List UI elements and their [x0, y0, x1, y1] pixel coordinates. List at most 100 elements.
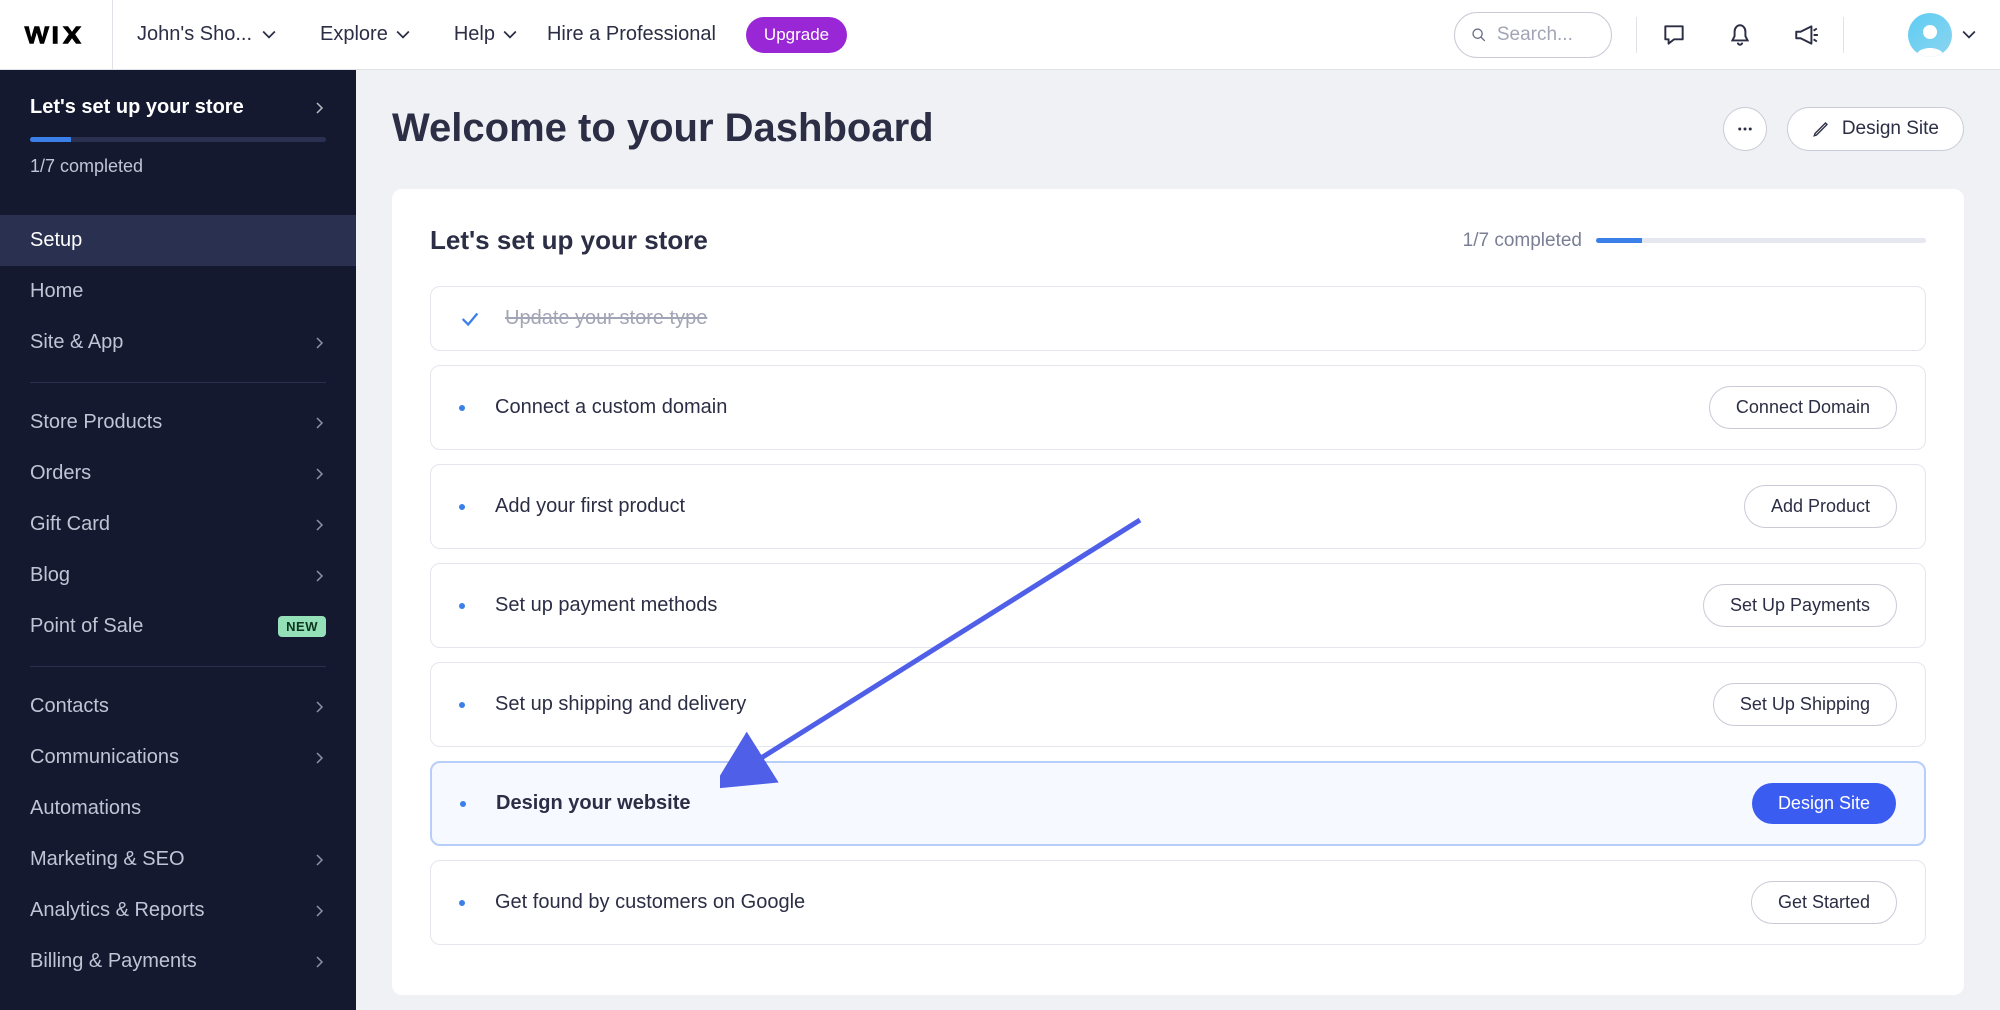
- divider: [112, 0, 113, 70]
- sidebar-title-label: Let's set up your store: [30, 96, 244, 119]
- pencil-icon: [1812, 120, 1830, 138]
- sidebar-progress-bar: [30, 137, 326, 142]
- search-wrap[interactable]: [1454, 12, 1612, 58]
- bullet-icon: [459, 603, 465, 609]
- sidebar-item-point-of-sale[interactable]: Point of Sale NEW: [0, 601, 356, 652]
- sidebar-item-label: Communications: [30, 746, 179, 769]
- more-button[interactable]: [1723, 107, 1767, 151]
- set-up-payments-button[interactable]: Set Up Payments: [1703, 584, 1897, 627]
- main: Welcome to your Dashboard Design Site Le…: [356, 70, 2000, 1010]
- sidebar-item-setup[interactable]: Setup: [0, 215, 356, 266]
- hire-link[interactable]: Hire a Professional: [547, 23, 716, 46]
- chevron-right-icon: [314, 337, 326, 349]
- sidebar-progress-fill: [30, 137, 71, 142]
- step-row[interactable]: Set up shipping and delivery Set Up Shipp…: [430, 662, 1926, 747]
- help-link[interactable]: Help: [454, 23, 517, 46]
- sidebar-item-label: Billing & Payments: [30, 950, 197, 973]
- connect-domain-button[interactable]: Connect Domain: [1709, 386, 1897, 429]
- step-title: Add your first product: [495, 495, 685, 518]
- more-icon: [1736, 120, 1754, 138]
- chevron-right-icon: [314, 701, 326, 713]
- chevron-right-icon: [314, 752, 326, 764]
- sidebar-item-label: Store Products: [30, 411, 162, 434]
- step-row[interactable]: Connect a custom domainConnect Domain: [430, 365, 1926, 450]
- step-row[interactable]: Update your store type: [430, 286, 1926, 351]
- nav-divider: [30, 666, 326, 667]
- sidebar-item-billing-payments[interactable]: Billing & Payments: [0, 936, 356, 987]
- sidebar-item-gift-card[interactable]: Gift Card: [0, 499, 356, 550]
- bell-icon[interactable]: [1727, 22, 1753, 48]
- step-row[interactable]: Design your websiteDesign Site: [430, 761, 1926, 846]
- sidebar-item-label: Analytics & Reports: [30, 899, 205, 922]
- explore-label: Explore: [320, 23, 388, 46]
- get-started-button[interactable]: Get Started: [1751, 881, 1897, 924]
- bullet-icon: [459, 900, 465, 906]
- sidebar-item-label: Orders: [30, 462, 91, 485]
- search-input[interactable]: [1497, 24, 1595, 46]
- explore-link[interactable]: Explore: [320, 23, 410, 46]
- add-product-button[interactable]: Add Product: [1744, 485, 1897, 528]
- step-title: Update your store type: [505, 307, 707, 330]
- upgrade-button[interactable]: Upgrade: [746, 17, 847, 53]
- card-progress-bar: [1596, 238, 1926, 243]
- card-progress: 1/7 completed: [1463, 230, 1926, 252]
- sidebar-item-contacts[interactable]: Contacts: [0, 681, 356, 732]
- divider: [1636, 17, 1637, 53]
- chevron-right-icon: [314, 102, 326, 114]
- setup-card: Let's set up your store 1/7 completed Up…: [392, 189, 1964, 995]
- design-site-button[interactable]: Design Site: [1752, 783, 1896, 824]
- main-header: Welcome to your Dashboard Design Site: [392, 106, 1964, 151]
- sidebar-item-label: Blog: [30, 564, 70, 587]
- topbar-right: [1454, 12, 1976, 58]
- chevron-down-icon: [262, 28, 276, 42]
- step-title: Set up shipping and delivery: [495, 693, 746, 716]
- sidebar-item-analytics-reports[interactable]: Analytics & Reports: [0, 885, 356, 936]
- step-title: Set up payment methods: [495, 594, 717, 617]
- card-completed-label: 1/7 completed: [1463, 230, 1582, 252]
- sidebar-item-home[interactable]: Home: [0, 266, 356, 317]
- chevron-right-icon: [314, 519, 326, 531]
- bullet-icon: [460, 801, 466, 807]
- chevron-right-icon: [314, 854, 326, 866]
- chevron-right-icon: [314, 956, 326, 968]
- sidebar-item-marketing-seo[interactable]: Marketing & SEO: [0, 834, 356, 885]
- sidebar-item-store-products[interactable]: Store Products: [0, 397, 356, 448]
- wix-logo[interactable]: [24, 21, 88, 49]
- design-site-button[interactable]: Design Site: [1787, 107, 1964, 151]
- step-title: Get found by customers on Google: [495, 891, 805, 914]
- sidebar-item-communications[interactable]: Communications: [0, 732, 356, 783]
- step-row[interactable]: Set up payment methods Set Up Payments: [430, 563, 1926, 648]
- sidebar-item-blog[interactable]: Blog: [0, 550, 356, 601]
- set-up-shipping-button[interactable]: Set Up Shipping: [1713, 683, 1897, 726]
- megaphone-icon[interactable]: [1793, 22, 1819, 48]
- hire-label: Hire a Professional: [547, 23, 716, 46]
- sidebar-completed-label: 1/7 completed: [30, 156, 326, 177]
- sidebar-nav: Setup Home Site & App Store Products Orders G…: [0, 215, 356, 1010]
- site-selector[interactable]: John's Sho...: [137, 23, 276, 46]
- sidebar-item-site-app[interactable]: Site & App: [0, 317, 356, 368]
- chevron-down-icon: [1962, 28, 1976, 42]
- step-row[interactable]: Add your first product Add Product: [430, 464, 1926, 549]
- steps-list: Update your store type Connect a custom d…: [430, 286, 1926, 945]
- chat-icon[interactable]: [1661, 22, 1687, 48]
- nav-divider: [30, 382, 326, 383]
- page-title: Welcome to your Dashboard: [392, 106, 934, 151]
- check-icon: [459, 308, 481, 330]
- layout: Let's set up your store 1/7 completed Se…: [0, 70, 2000, 1010]
- main-header-actions: Design Site: [1723, 107, 1964, 151]
- search-icon: [1471, 25, 1487, 45]
- sidebar-item-label: Marketing & SEO: [30, 848, 185, 871]
- step-row[interactable]: Get found by customers on Google Get Star…: [430, 860, 1926, 945]
- divider: [1843, 17, 1844, 53]
- sidebar-item-label: Home: [30, 280, 83, 303]
- sidebar-item-orders[interactable]: Orders: [0, 448, 356, 499]
- sidebar-title[interactable]: Let's set up your store: [30, 96, 326, 119]
- sidebar-item-label: Automations: [30, 797, 141, 820]
- new-badge: NEW: [278, 616, 326, 637]
- avatar: [1908, 13, 1952, 57]
- account-menu[interactable]: [1908, 13, 1976, 57]
- sidebar-item-automations[interactable]: Automations: [0, 783, 356, 834]
- sidebar-item-label: Point of Sale: [30, 615, 143, 638]
- bullet-icon: [459, 405, 465, 411]
- sidebar-progress-block: Let's set up your store 1/7 completed: [0, 70, 356, 189]
